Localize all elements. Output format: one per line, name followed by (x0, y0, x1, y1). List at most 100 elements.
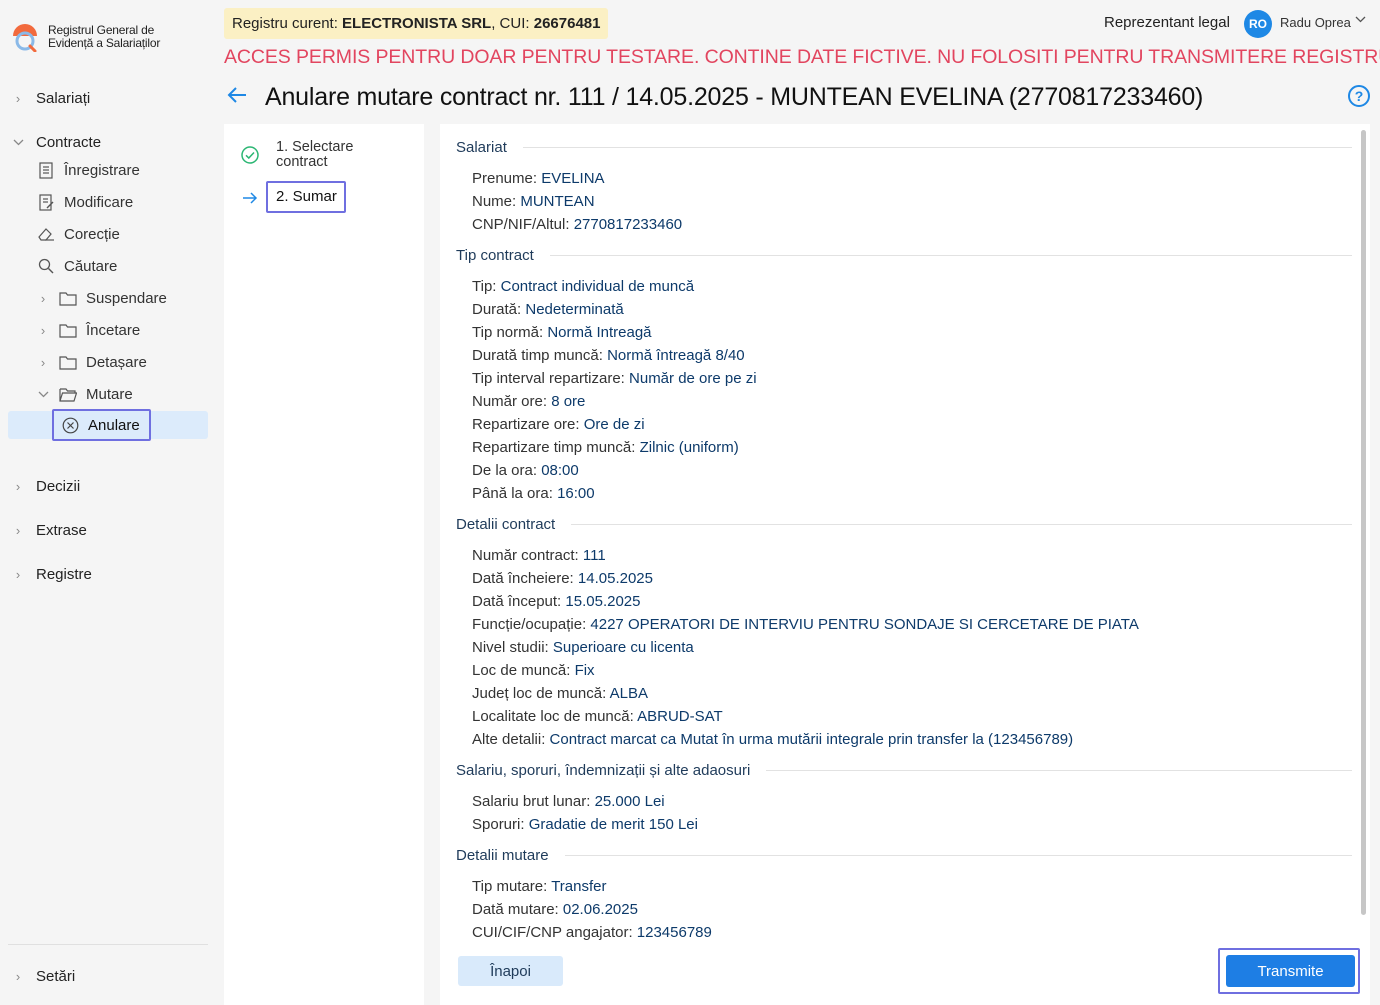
section-divider (571, 524, 1352, 525)
role-label: Reprezentant legal (1104, 14, 1230, 31)
field-label: Sporuri: (472, 816, 529, 833)
submit-button[interactable]: Transmite (1226, 955, 1355, 987)
field-value: Fix (574, 662, 595, 679)
sidebar-item-detasare[interactable]: › Detașare (33, 348, 147, 376)
field-label: Durată timp muncă: (472, 347, 608, 364)
field-prenume: Prenume: EVELINA (472, 170, 605, 187)
back-arrow-icon[interactable] (226, 84, 248, 106)
app-name-line2: Evidență a Salariaților (48, 36, 161, 50)
sidebar-item-label: Înregistrare (64, 161, 140, 179)
section-divider (766, 770, 1352, 771)
field-value: 08:00 (541, 462, 579, 479)
sidebar: Registrul General de Evidență a Salariaț… (0, 0, 216, 1005)
document-icon (37, 161, 55, 179)
field-repartizare-timp: Repartizare timp muncă: Zilnic (uniform) (472, 439, 739, 456)
section-divider (549, 255, 1352, 256)
test-environment-warning: ACCES PERMIS PENTRU DOAR PENTRU TESTARE.… (224, 46, 1380, 68)
sidebar-item-label: Registre (36, 565, 92, 583)
sidebar-item-label: Extrase (36, 521, 87, 539)
sidebar-item-extrase[interactable]: › Extrase (8, 516, 208, 544)
section-divider (564, 855, 1352, 856)
field-value: 123456789 (636, 924, 712, 941)
field-judet: Județ loc de muncă: ALBA (472, 685, 648, 702)
step-summary[interactable]: 2. Sumar (266, 181, 346, 213)
section-salariat: Salariat (456, 139, 1352, 156)
field-cui-angajator: CUI/CIF/CNP angajator: 123456789 (472, 924, 712, 941)
field-value: Număr de ore pe zi (629, 370, 757, 387)
field-value: 8 ore (551, 393, 586, 410)
field-label: Până la ora: (472, 485, 558, 502)
sidebar-item-label: Detașare (86, 353, 147, 371)
field-repartizare-ore: Repartizare ore: Ore de zi (472, 416, 645, 433)
field-value: 15.05.2025 (565, 593, 641, 610)
field-numar-contract: Număr contract: 111 (472, 547, 606, 564)
field-label: Alte detalii: (472, 731, 550, 748)
field-value: 02.06.2025 (562, 901, 638, 918)
registry-cui: 26676481 (533, 15, 601, 32)
field-value: 4227 OPERATORI DE INTERVIU PENTRU SONDAJ… (590, 616, 1139, 633)
field-label: Număr contract: (472, 547, 583, 564)
field-functie: Funcție/ocupație: 4227 OPERATORI DE INTE… (472, 616, 1139, 633)
chevron-right-icon: › (15, 522, 21, 538)
check-circle-icon (241, 146, 259, 164)
folder-icon (59, 353, 77, 371)
sidebar-item-registre[interactable]: › Registre (8, 560, 208, 588)
back-button[interactable]: Înapoi (458, 956, 563, 986)
sidebar-item-decizii[interactable]: › Decizii (8, 472, 208, 500)
sidebar-item-inregistrare[interactable]: Înregistrare (37, 156, 140, 184)
chevron-down-icon[interactable] (1355, 14, 1366, 28)
sidebar-item-label: Corecție (64, 225, 120, 243)
sidebar-divider (8, 944, 208, 945)
field-label: De la ora: (472, 462, 542, 479)
folder-icon (59, 321, 77, 339)
chevron-right-icon: › (15, 566, 21, 582)
focus-outline (52, 409, 151, 441)
field-value: 25.000 Lei (594, 793, 665, 810)
field-value: Transfer (551, 878, 607, 895)
sidebar-item-label: Decizii (36, 477, 81, 495)
field-value: MUNTEAN (520, 193, 595, 210)
logo-icon (10, 22, 40, 53)
sidebar-item-salariati[interactable]: › Salariați (8, 84, 208, 112)
field-value: Gradatie de merit 150 Lei (528, 816, 698, 833)
section-title: Detalii contract (456, 516, 556, 533)
section-detalii-contract: Detalii contract (456, 516, 1352, 533)
sidebar-item-mutare[interactable]: Mutare (33, 380, 133, 408)
help-icon[interactable]: ? (1348, 85, 1370, 107)
registry-company: ELECTRONISTA SRL (342, 15, 492, 32)
sidebar-item-suspendare[interactable]: › Suspendare (33, 284, 167, 312)
field-label: Nume: (472, 193, 521, 210)
field-alte-detalii: Alte detalii: Contract marcat ca Mutat î… (472, 731, 1073, 748)
field-value: 16:00 (557, 485, 595, 502)
step-select-contract[interactable]: 1. Selectare contract (276, 140, 396, 170)
avatar[interactable]: RO (1244, 10, 1272, 38)
sidebar-item-label: Setări (36, 967, 76, 985)
field-loc-munca: Loc de muncă: Fix (472, 662, 595, 679)
sidebar-item-cautare[interactable]: Căutare (37, 252, 117, 280)
sidebar-item-incetare[interactable]: › Încetare (33, 316, 140, 344)
eraser-icon (37, 225, 55, 243)
sidebar-item-contracte[interactable]: Contracte (8, 128, 208, 156)
section-tip-contract: Tip contract (456, 247, 1352, 264)
chevron-down-icon (8, 137, 28, 148)
sidebar-item-setari[interactable]: › Setări (8, 962, 208, 990)
field-label: CUI/CIF/CNP angajator: (472, 924, 637, 941)
chevron-right-icon: › (40, 290, 46, 306)
field-value: 2770817233460 (573, 216, 683, 233)
vertical-scrollbar[interactable] (1361, 130, 1366, 915)
app-logo[interactable]: Registrul General de Evidență a Salariaț… (10, 22, 161, 53)
field-value: Normă Intreagă (547, 324, 652, 341)
field-value: Zilnic (uniform) (639, 439, 739, 456)
section-title: Tip contract (456, 247, 534, 264)
field-value: Superioare cu licenta (552, 639, 694, 656)
sidebar-item-label: Mutare (86, 385, 133, 403)
field-tip-mutare: Tip mutare: Transfer (472, 878, 607, 895)
chevron-right-icon: › (40, 354, 46, 370)
chevron-right-icon: › (40, 322, 46, 338)
chevron-right-icon: › (15, 478, 21, 494)
chevron-right-icon: › (15, 968, 21, 984)
sidebar-item-corectie[interactable]: Corecție (37, 220, 120, 248)
sidebar-item-modificare[interactable]: Modificare (37, 188, 133, 216)
field-de-la-ora: De la ora: 08:00 (472, 462, 579, 479)
user-menu-name[interactable]: Radu Oprea (1280, 15, 1351, 30)
